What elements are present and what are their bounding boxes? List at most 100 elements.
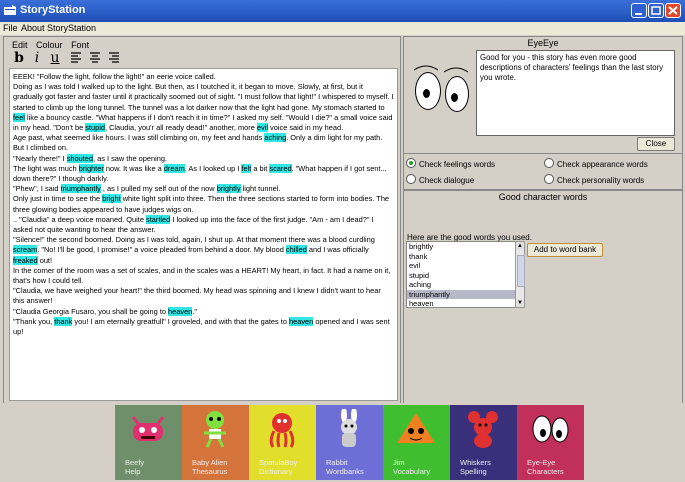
highlighted-word: thank [54, 316, 73, 326]
app-icon [4, 5, 16, 15]
character-name: Eye-Eye [527, 458, 556, 467]
radio-check-feelings[interactable]: Check feelings words [406, 158, 495, 169]
word-list-item[interactable]: triumphantly [407, 289, 515, 299]
align-right-button[interactable] [106, 50, 122, 66]
story-text: "Nearly there!" I [13, 153, 67, 163]
character-caption: Beefy Help [125, 458, 144, 476]
italic-button[interactable]: i [29, 50, 45, 66]
character-name: Beefy [125, 458, 145, 467]
highlighted-word: evil [256, 123, 268, 133]
character-name: SpatulaBoy [259, 458, 298, 467]
word-list-scrollbar[interactable]: ▲ ▼ [515, 241, 525, 308]
highlighted-word: feel [13, 112, 25, 122]
character-caption: Whiskers Spelling [460, 458, 491, 476]
word-list-item[interactable]: brightly [407, 242, 515, 252]
story-text: The light was much [13, 163, 79, 173]
character-caption: SpatulaBoy Dictionary [259, 458, 297, 476]
word-list-item[interactable]: evil [407, 261, 515, 271]
add-to-word-bank-button[interactable]: Add to word bank [527, 243, 603, 257]
maximize-button[interactable] [648, 3, 664, 18]
story-paragraph: The light was much brighter now. It was … [13, 163, 394, 184]
radio-selected-icon [406, 158, 416, 168]
eyeeye-message: Good for you - this story has even more … [476, 50, 675, 136]
character-role: Spelling [460, 467, 487, 476]
story-paragraph: EEEK! "Follow the light, follow the ligh… [13, 72, 394, 82]
character-tile-whiskers[interactable]: Whiskers Spelling [450, 405, 517, 480]
menu-colour[interactable]: Colour [36, 40, 63, 50]
highlighted-word: startled [146, 214, 171, 224]
baby-alien-icon [204, 411, 226, 448]
character-image [259, 409, 305, 451]
character-image [125, 409, 171, 451]
character-tile-eye-eye[interactable]: Eye-Eye Characters [517, 405, 584, 480]
character-tile-beefy[interactable]: Beefy Help [115, 405, 182, 480]
story-paragraph: "Claudia Georgia Fusaro, you shall be go… [13, 306, 394, 317]
word-list-item[interactable]: aching [407, 280, 515, 290]
minimize-button[interactable] [631, 3, 647, 18]
character-tile-spatulaboy[interactable]: SpatulaBoy Dictionary [249, 405, 316, 480]
story-text: and I was officially [306, 245, 369, 255]
editor-menu: Edit Colour Font [12, 40, 95, 50]
menu-font[interactable]: Font [71, 40, 89, 50]
character-image [393, 409, 439, 451]
story-text: .. "Claudia" a deep voice moaned. Quite [13, 214, 147, 224]
radio-icon [544, 174, 554, 184]
highlighted-word: shouted [66, 153, 94, 163]
character-name: Rabbit [326, 458, 348, 467]
highlighted-word: felt [241, 163, 252, 173]
story-text: "Thank you, [13, 316, 55, 326]
story-text: "Claudia Georgia Fusaro, you shall be go… [13, 306, 169, 316]
story-text: EEEK! "Follow the light, follow the ligh… [13, 72, 216, 81]
character-name: Jim [393, 458, 405, 467]
radio-label: Check personality words [557, 176, 645, 185]
story-text: "Claudia, we have weighed your heart!" t… [13, 286, 381, 306]
highlighted-word: freaked [13, 255, 38, 265]
radio-check-appearance[interactable]: Check appearance words [544, 158, 648, 169]
highlighted-word: stupid [85, 123, 105, 133]
story-text-area[interactable]: EEEK! "Follow the light, follow the ligh… [9, 68, 398, 401]
word-list-item[interactable]: heaven [407, 299, 515, 307]
character-tile-jim[interactable]: Jim Vocabulary [383, 405, 450, 480]
minimize-icon [635, 13, 642, 15]
align-center-button[interactable] [87, 50, 103, 66]
word-list-item[interactable]: thank [407, 252, 515, 262]
character-tile-rabbit[interactable]: Rabbit Wordbanks [316, 405, 383, 480]
radio-check-dialogue[interactable]: Check dialogue [406, 174, 474, 185]
highlighted-word: heaven [289, 316, 314, 326]
menu-bar: File About StoryStation [0, 22, 685, 35]
story-text: ." [192, 306, 197, 316]
bold-button[interactable]: b [11, 50, 27, 66]
menu-about[interactable]: About StoryStation [21, 23, 96, 33]
radio-label: Check dialogue [419, 176, 475, 185]
menu-edit[interactable]: Edit [12, 40, 28, 50]
story-text: , as I saw the opening. [93, 153, 167, 163]
story-paragraph: "Nearly there!" I shouted, as I saw the … [13, 153, 394, 164]
story-text: now. It was like a [103, 163, 164, 173]
menu-file[interactable]: File [3, 23, 18, 33]
jim-triangle-icon [397, 413, 435, 443]
good-words-list[interactable]: brightly thank evil stupid aching triumphantl… [406, 241, 516, 308]
radio-icon [544, 158, 554, 168]
radio-icon [406, 174, 416, 184]
character-role: Wordbanks [326, 467, 364, 476]
close-window-button[interactable] [665, 3, 681, 18]
story-paragraph: .. "Claudia" a deep voice moaned. Quite … [13, 214, 394, 235]
story-text: . "No! I'll be good, I promise!" a voice… [37, 245, 286, 255]
story-paragraph: Age past, what seemed like hours. I was … [13, 133, 394, 153]
character-role: Characters [527, 467, 564, 476]
close-button[interactable]: Close [637, 137, 675, 151]
story-paragraph: Only just in time to see the bright whit… [13, 194, 394, 214]
radio-check-personality[interactable]: Check personality words [544, 174, 644, 185]
scroll-thumb[interactable] [517, 255, 525, 287]
character-tile-baby-alien[interactable]: Baby Alien Thesaurus [182, 405, 249, 480]
scroll-up-icon[interactable]: ▲ [516, 242, 524, 250]
story-text: , Claudia, you'r all ready dead!" anothe… [104, 123, 257, 133]
align-left-icon [71, 52, 81, 63]
highlighted-word: scream [13, 245, 38, 255]
scroll-down-icon[interactable]: ▼ [516, 299, 524, 307]
word-list-item[interactable]: stupid [407, 271, 515, 281]
story-paragraph: "Silence!" the second boomed. Doing as I… [13, 235, 394, 266]
underline-button[interactable]: u [47, 50, 63, 66]
align-left-button[interactable] [68, 50, 84, 66]
story-paragraph: Doing as I was told I walked up to the l… [13, 82, 394, 133]
